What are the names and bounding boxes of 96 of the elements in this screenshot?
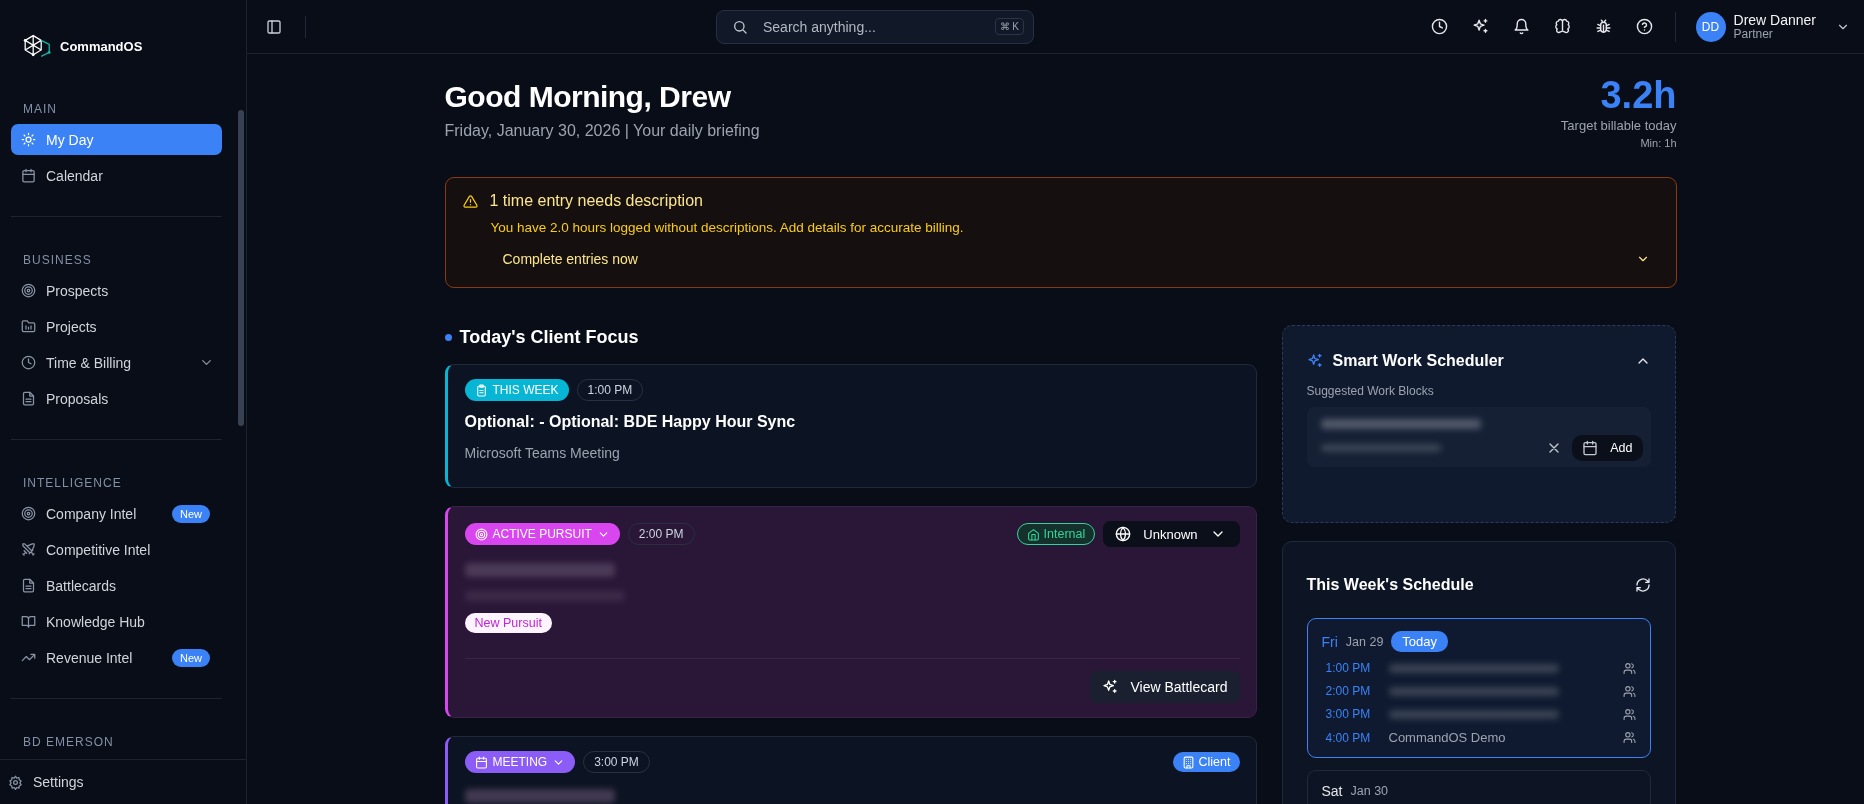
nav-item[interactable]: Company Intel New — [11, 498, 222, 529]
add-button[interactable]: Add — [1572, 435, 1643, 461]
clock-icon[interactable] — [1430, 18, 1448, 35]
settings-icon — [8, 774, 23, 790]
nav-item[interactable]: Projects — [11, 311, 222, 342]
attendees-icon — [1622, 707, 1636, 721]
pursuit-chip: New Pursuit — [464, 613, 552, 633]
document-icon — [21, 391, 36, 406]
book-icon — [21, 614, 36, 629]
sparkles-icon — [1102, 679, 1119, 695]
sparkles-icon[interactable] — [1471, 18, 1489, 35]
target-hours: 3.2h — [1599, 76, 1677, 114]
event-title: CommandOS Demo — [1388, 730, 1506, 745]
help-icon[interactable] — [1635, 18, 1653, 35]
event-title: Optional: - Optional: BDE Happy Hour Sync — [464, 413, 797, 431]
date-subtitle: Friday, January 30, 2026 | Your daily briefing — [444, 122, 760, 140]
day-card[interactable]: Sat Jan 30 — [1306, 770, 1651, 804]
crossed-swords-icon — [21, 542, 36, 557]
refresh-icon[interactable] — [1634, 577, 1651, 593]
sun-icon — [21, 132, 36, 147]
category-tag[interactable]: MEETING — [464, 751, 576, 773]
warning-icon — [462, 193, 478, 209]
event-card[interactable]: THIS WEEK 1:00 PM Optional: - Optional: BDE Happy Hour Sync Microsoft Teams Meeting — [444, 364, 1257, 488]
nav-item[interactable]: Revenue Intel New — [11, 642, 222, 673]
day-date: Jan 29 — [1345, 634, 1384, 649]
calendar-icon — [1582, 440, 1599, 456]
event-location: Microsoft Teams Meeting — [464, 445, 621, 461]
nav-item[interactable]: Knowledge Hub — [11, 606, 222, 637]
calendar-icon — [474, 755, 488, 769]
event-card[interactable]: ACTIVE PURSUIT 2:00 PM Internal Unknown New Pursuit View Battlecard — [444, 506, 1257, 718]
scrollbar[interactable] — [238, 110, 244, 426]
bug-icon[interactable] — [1594, 18, 1612, 35]
target-label: Target billable today — [1560, 118, 1677, 133]
panel-title: Smart Work Scheduler — [1332, 352, 1504, 370]
alert-title: 1 time entry needs description — [489, 192, 703, 210]
attendees-icon — [1622, 731, 1636, 744]
calendar-icon — [21, 168, 36, 183]
event-card[interactable]: MEETING 3:00 PM Client — [444, 736, 1257, 804]
status-dot — [444, 334, 452, 341]
panel-title: This Week's Schedule — [1306, 576, 1474, 594]
new-badge: New — [172, 504, 210, 523]
view-battlecard-button[interactable]: View Battlecard — [1090, 671, 1240, 703]
nav-item[interactable]: Prospects — [11, 275, 222, 306]
type-badge: Internal — [1016, 523, 1096, 545]
event-time: 1:00 PM — [1325, 661, 1372, 675]
nav-item[interactable]: Competitive Intel — [11, 534, 222, 565]
event-time: 2:00 PM — [1325, 684, 1372, 698]
region-dropdown[interactable]: Unknown — [1103, 521, 1240, 547]
user-avatar[interactable]: DD — [1695, 11, 1726, 42]
section-heading: BD EMERSON — [22, 735, 115, 751]
document-icon — [21, 578, 36, 593]
clipboard-icon — [474, 383, 488, 397]
folder-icon — [21, 319, 36, 334]
target-icon — [474, 527, 488, 541]
shortcut-hint: ⌘ K — [994, 17, 1024, 35]
complete-entries-link[interactable]: Complete entries now — [502, 251, 638, 267]
nav-item[interactable]: Proposals — [11, 383, 222, 414]
logo-icon — [22, 33, 54, 59]
brain-icon[interactable] — [1553, 18, 1571, 35]
nav-item[interactable]: Calendar — [11, 160, 222, 191]
settings-item[interactable]: Settings — [0, 759, 246, 804]
section-heading: INTELLIGENCE — [22, 476, 123, 492]
attendees-icon — [1622, 684, 1636, 698]
sidebar-toggle-icon[interactable] — [266, 18, 282, 35]
new-badge: New — [172, 648, 210, 667]
notifications-icon[interactable] — [1512, 18, 1530, 35]
event-time: 3:00 PM — [1325, 707, 1372, 721]
day-name: Sat — [1321, 783, 1343, 799]
event-time: 4:00 PM — [1325, 730, 1372, 745]
house-icon — [1026, 527, 1040, 541]
day-card[interactable]: Fri Jan 29 Today 1:00 PM 2:00 PM 3:00 PM 4:00 PM CommandOS Demo — [1306, 618, 1651, 758]
building-icon — [1181, 755, 1195, 769]
user-name: Drew Danner — [1733, 12, 1816, 28]
nav-item[interactable]: Time & Billing — [11, 347, 222, 378]
section-heading: BUSINESS — [22, 253, 93, 269]
target-icon — [21, 283, 36, 298]
globe-icon — [1115, 526, 1132, 542]
target-minimum: Min: 1h — [1639, 137, 1677, 149]
day-date: Jan 30 — [1350, 784, 1389, 798]
alert-message: You have 2.0 hours logged without descriptions. Add details for accurate billing. — [490, 220, 965, 235]
today-badge: Today — [1391, 631, 1449, 652]
nav-item[interactable]: My Day — [11, 124, 222, 155]
sparkles-icon — [1306, 353, 1323, 369]
section-title: Today's Client Focus — [459, 327, 639, 348]
panel-subtitle: Suggested Work Blocks — [1306, 384, 1435, 398]
attendees-icon — [1622, 661, 1636, 675]
user-role: Partner — [1733, 27, 1774, 41]
search-icon — [732, 18, 748, 35]
type-badge: Client — [1172, 752, 1240, 772]
greeting: Good Morning, Drew — [444, 80, 732, 114]
target-icon — [21, 506, 36, 521]
brand-name: CommandOS — [60, 38, 143, 54]
section-heading: MAIN — [22, 102, 58, 118]
day-name: Fri — [1321, 633, 1338, 650]
nav-item[interactable]: Battlecards — [11, 570, 222, 601]
clock-icon — [21, 355, 36, 370]
